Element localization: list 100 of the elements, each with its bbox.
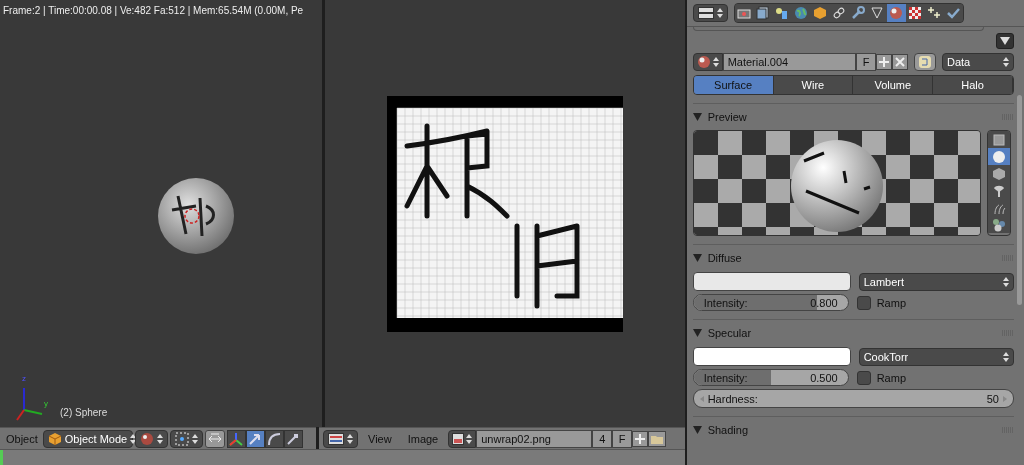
viewport[interactable]: Frame:2 | Time:00:00.08 | Ve:482 Fa:512 | Mem:65.54M (0.00M, Pe z y (2) Sphere: [0, 0, 322, 427]
panel-title[interactable]: Specular: [707, 327, 996, 339]
preview-shape-button[interactable]: [987, 165, 1010, 182]
image-editor-icon: [328, 432, 344, 445]
physics-icon: [946, 6, 961, 20]
triangle-down-icon: [1000, 37, 1010, 45]
material-type-tab[interactable]: Surface: [693, 76, 774, 94]
material-sphere-icon: [696, 55, 711, 69]
checkbox-label: Ramp: [876, 296, 906, 309]
up-down-arrows-icon: [716, 7, 723, 19]
editor-type-dropdown[interactable]: [692, 4, 728, 22]
spheres-icon: [991, 217, 1006, 232]
up-down-arrows-icon: [1003, 350, 1009, 363]
up-down-arrows-icon: [1003, 275, 1009, 288]
panel-menu-button[interactable]: [996, 33, 1014, 49]
layers-icon: [756, 6, 771, 20]
shader-dropdown[interactable]: CookTorr: [858, 347, 1014, 366]
material-type-tab[interactable]: Wire: [773, 76, 854, 94]
constraints-icon: [832, 6, 847, 20]
ramp-checkbox[interactable]: [856, 370, 871, 385]
transform-tool-button[interactable]: [226, 429, 246, 448]
color-swatch[interactable]: [692, 347, 851, 366]
triangle-down-icon[interactable]: [692, 426, 702, 434]
material-type-tab[interactable]: Halo: [933, 76, 1013, 94]
data-icon: [870, 6, 885, 20]
transform-tool-button[interactable]: [283, 429, 303, 448]
pivot-dropdown[interactable]: [169, 429, 203, 448]
sphere-icon: [139, 431, 154, 446]
color-swatch[interactable]: [692, 272, 851, 291]
modifiers-icon: [851, 6, 866, 20]
snap-button[interactable]: [204, 429, 225, 448]
triangle-down-icon[interactable]: [692, 113, 702, 121]
close-icon: [895, 57, 905, 67]
node-tree-icon: [918, 55, 932, 69]
material-type-tab[interactable]: Volume: [853, 76, 934, 94]
up-down-arrows-icon: [347, 432, 353, 445]
browse-button[interactable]: [914, 53, 936, 71]
plane-icon: [991, 132, 1006, 147]
object-menu[interactable]: Object: [3, 432, 41, 445]
fake-user-button[interactable]: F: [856, 53, 876, 71]
panel-title[interactable]: Diffuse: [707, 252, 996, 264]
fake-user-button[interactable]: F: [612, 429, 633, 448]
scene-icon: [775, 6, 790, 20]
header-menu[interactable]: View: [362, 432, 398, 445]
triangle-down-icon[interactable]: [692, 329, 702, 337]
up-down-arrows-icon: [156, 432, 163, 445]
mode-dropdown[interactable]: Object Mode: [42, 429, 133, 448]
scrollbar[interactable]: [1017, 95, 1022, 305]
add-material-button[interactable]: [876, 54, 892, 70]
sphere-icon: [991, 149, 1006, 164]
render-icon: [737, 6, 752, 20]
up-down-arrows-icon: [130, 432, 137, 445]
transform-tool-button[interactable]: [245, 429, 265, 448]
cube-icon: [47, 431, 62, 446]
scale-icon: [286, 431, 301, 446]
panel-title[interactable]: Shading: [707, 424, 996, 436]
folder-icon: [651, 433, 664, 444]
intensity-slider[interactable]: Intensity: 0.800: [692, 294, 849, 311]
viewport-info-text: Frame:2 | Time:00:00.08 | Ve:482 Fa:512 | Mem:65.54M (0.00M, Pe: [2, 4, 305, 16]
world-icon: [794, 6, 809, 20]
material-name-field[interactable]: Material.004: [722, 53, 856, 71]
link-dropdown[interactable]: Data: [942, 53, 1014, 71]
ramp-checkbox[interactable]: [856, 295, 871, 310]
particles-icon: [927, 6, 942, 20]
shader-dropdown[interactable]: Lambert: [858, 272, 1014, 291]
panel-title[interactable]: Preview: [707, 111, 996, 123]
pivot-icon: [174, 431, 189, 446]
image-name-field[interactable]: unwrap02.png: [476, 429, 593, 448]
preview-shape-button[interactable]: [987, 216, 1010, 233]
editor-type-dropdown[interactable]: [323, 429, 358, 448]
open-image-button[interactable]: [648, 430, 667, 447]
plus-icon: [879, 57, 889, 67]
manipulator-icon: [229, 431, 244, 446]
shading-dropdown[interactable]: [134, 429, 168, 448]
arrow-left-icon: [699, 395, 704, 402]
up-down-arrows-icon: [191, 432, 198, 445]
cube-icon: [991, 166, 1006, 181]
preview-shape-button[interactable]: [987, 148, 1010, 165]
up-down-arrows-icon: [1003, 56, 1009, 68]
up-down-arrows-icon: [712, 56, 719, 68]
material-icon: [889, 6, 904, 20]
properties-editor-icon: [697, 7, 714, 19]
new-image-button[interactable]: [632, 430, 649, 447]
transform-tool-button[interactable]: [264, 429, 284, 448]
plus-icon: [635, 433, 646, 444]
users-count[interactable]: 4: [592, 429, 613, 448]
preview-shape-button[interactable]: [987, 131, 1010, 148]
object-label: (2) Sphere: [60, 407, 108, 418]
material-browse-button[interactable]: [692, 53, 723, 71]
image-editor-canvas[interactable]: [325, 0, 685, 427]
image-browse-button[interactable]: [448, 429, 477, 448]
intensity-slider[interactable]: Intensity: 0.500: [692, 369, 849, 386]
hardness-field[interactable]: Hardness: 50: [692, 389, 1014, 408]
properties-tab[interactable]: [734, 4, 754, 22]
checkbox-label: Ramp: [876, 371, 906, 384]
header-menu[interactable]: Image: [401, 432, 445, 445]
triangle-down-icon[interactable]: [692, 254, 702, 262]
remove-material-button[interactable]: [892, 54, 908, 70]
translate-icon: [248, 431, 263, 446]
axis-label: y: [44, 399, 48, 408]
